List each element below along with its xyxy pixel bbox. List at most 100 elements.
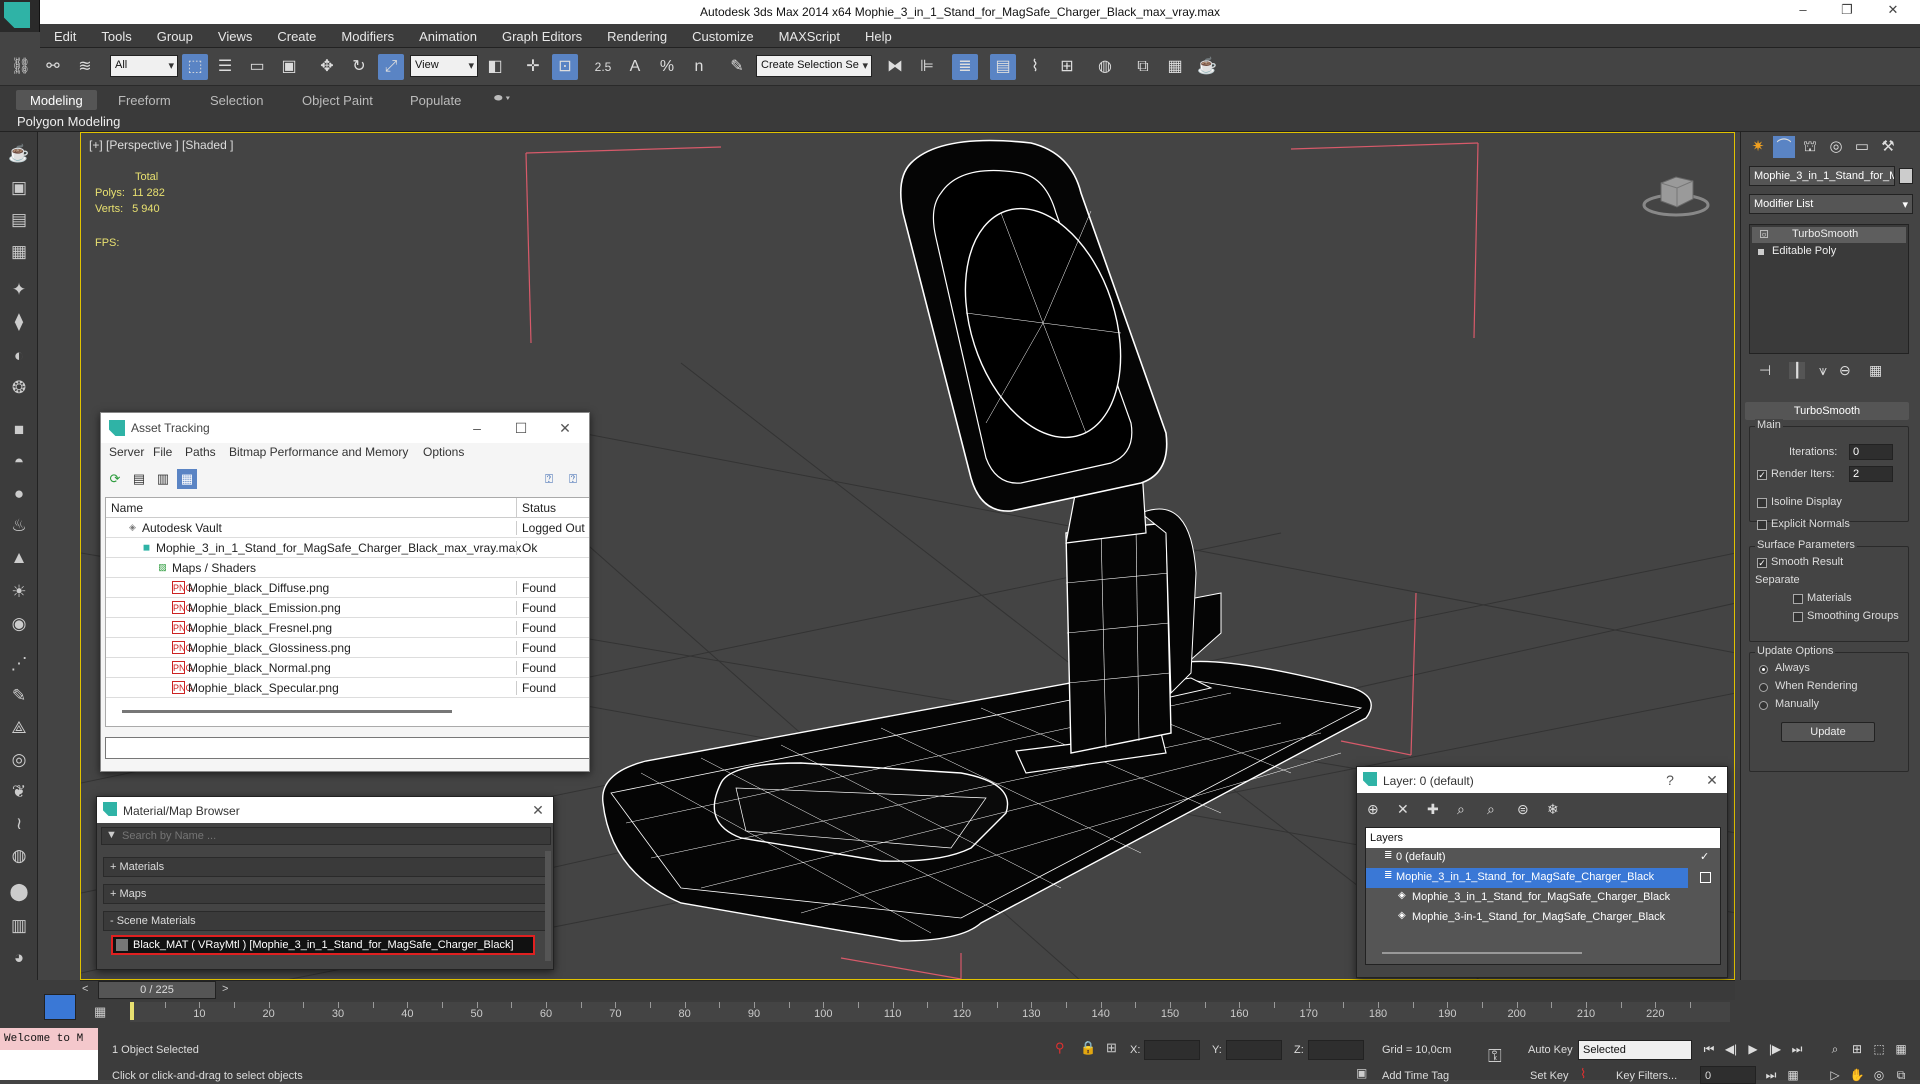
zoom-extents-all-icon[interactable]: ▦	[1892, 1040, 1910, 1058]
align-icon[interactable]: ⊫	[914, 54, 940, 80]
window-crossing-icon[interactable]: ▣	[276, 54, 302, 80]
table-row[interactable]: ▨ Maps / Shaders	[106, 558, 589, 578]
light-icon[interactable]: ✦	[7, 278, 31, 302]
menu-rendering[interactable]: Rendering	[593, 24, 678, 44]
scene-material-item[interactable]: Black_MAT ( VRayMtl ) [Mophie_3_in_1_Sta…	[111, 935, 535, 955]
tab-modeling[interactable]: Modeling	[16, 90, 97, 110]
layer-explorer-icon[interactable]: ≣	[952, 54, 978, 80]
object-name-field[interactable]: Mophie_3_in_1_Stand_for_M	[1749, 166, 1895, 186]
field-of-view-icon[interactable]: ▷	[1826, 1066, 1844, 1084]
object-color-swatch[interactable]	[1899, 168, 1913, 184]
key-mode-dropdown[interactable]: Selected	[1578, 1040, 1692, 1060]
list-view-icon[interactable]: ▤	[129, 469, 149, 489]
next-key-icon[interactable]: |▶	[1766, 1040, 1784, 1058]
material-icon[interactable]: ⬤	[7, 880, 31, 904]
menu-tools[interactable]: Tools	[87, 24, 142, 44]
snaps-toggle-icon[interactable]: 2.5	[590, 54, 616, 80]
key-mode-toggle-icon[interactable]: ⏭	[1762, 1066, 1780, 1084]
tab-freeform[interactable]: Freeform	[104, 90, 185, 110]
paint-icon[interactable]: ✎	[7, 684, 31, 708]
tab-object-paint[interactable]: Object Paint	[288, 90, 387, 110]
spinner-snap-icon[interactable]: n	[686, 54, 712, 80]
teapot-icon[interactable]: ☕	[7, 142, 31, 166]
named-selection-set-dropdown[interactable]: Create Selection Se	[756, 55, 872, 77]
layer-row-selected[interactable]: ≣ Mophie_3_in_1_Stand_for_MagSafe_Charger…	[1366, 868, 1688, 888]
maxscript-mini-listener[interactable]: Welcome to M	[0, 1028, 98, 1050]
play-icon[interactable]: ▶	[1744, 1040, 1762, 1058]
scene-materials-section[interactable]: - Scene Materials	[103, 911, 547, 931]
sphere-shaded-icon[interactable]: ◕	[7, 946, 31, 970]
show-end-result-icon[interactable]: ┃	[1789, 362, 1806, 379]
at-menu-server[interactable]: Server	[109, 445, 144, 459]
orbit-icon[interactable]: ◎	[1870, 1066, 1888, 1084]
go-to-end-icon[interactable]: ⏭	[1788, 1040, 1806, 1058]
table-row[interactable]: PNG Mophie_black_Emission.png Found	[106, 598, 589, 618]
set-current-layer-checkbox[interactable]	[1700, 872, 1711, 883]
restore-button[interactable]: ❐	[1834, 2, 1860, 22]
edit-named-selection-icon[interactable]: ✎	[724, 54, 750, 80]
tab-populate[interactable]: Populate	[396, 90, 475, 110]
time-marker[interactable]	[130, 1002, 134, 1020]
update-always-radio[interactable]	[1759, 665, 1768, 674]
zoom-extents-icon[interactable]: ⬚	[1870, 1040, 1888, 1058]
render-icon[interactable]: ▣	[7, 176, 31, 200]
layers-column-header[interactable]: Layers	[1366, 828, 1720, 848]
sphere-icon[interactable]: ●	[7, 482, 31, 506]
maxscript-output[interactable]	[0, 1050, 98, 1080]
hierarchy-tab-icon[interactable]: ⛫	[1799, 136, 1821, 158]
sun-icon[interactable]: ☀	[7, 580, 31, 604]
materials-section[interactable]: + Materials	[103, 857, 547, 877]
current-frame-field[interactable]: 0	[1700, 1066, 1756, 1084]
percent-snap-icon[interactable]: %	[654, 54, 680, 80]
create-tab-icon[interactable]: ✷	[1747, 136, 1769, 158]
curve-editor-icon[interactable]: ⌇	[1022, 54, 1048, 80]
layer-object-row[interactable]: ◈ Mophie_3_in_1_Stand_for_MagSafe_Charger…	[1366, 888, 1720, 908]
layer-close-button[interactable]: ✕	[1701, 769, 1723, 791]
layer-object-row[interactable]: ◈ Mophie_3-in-1_Stand_for_MagSafe_Charger…	[1366, 908, 1720, 928]
track-bar-icon[interactable]: ▦	[94, 1004, 106, 1020]
previous-key-icon[interactable]: ◀|	[1722, 1040, 1740, 1058]
turbosmooth-rollout-header[interactable]: TurboSmooth	[1745, 402, 1909, 420]
highlight-selected-layer-icon[interactable]: ⌕	[1487, 801, 1495, 818]
utilities-tab-icon[interactable]: ⚒	[1877, 136, 1899, 158]
menu-edit[interactable]: Edit	[40, 24, 87, 44]
make-unique-icon[interactable]: ⩛	[1819, 362, 1827, 379]
close-button[interactable]: ✕	[1880, 2, 1906, 22]
y-coordinate-field[interactable]	[1226, 1040, 1282, 1060]
menu-views[interactable]: Views	[204, 24, 263, 44]
add-time-tag[interactable]: Add Time Tag	[1382, 1070, 1449, 1082]
menu-help[interactable]: Help	[851, 24, 903, 44]
asset-path-field[interactable]	[105, 737, 589, 759]
world-icon[interactable]: ◎	[7, 748, 31, 772]
auto-key-button[interactable]: Auto Key	[1528, 1044, 1573, 1056]
app-menu-button[interactable]	[0, 0, 40, 32]
render-setup-icon[interactable]: ⧉	[1130, 54, 1156, 80]
maximize-viewport-icon[interactable]: ⧉	[1892, 1066, 1910, 1084]
delete-layer-icon[interactable]: ✕	[1397, 801, 1409, 818]
add-to-layer-icon[interactable]: ✚	[1427, 801, 1439, 818]
angle-snap-icon[interactable]: A	[622, 54, 648, 80]
grid-plane-icon[interactable]: ⋰	[7, 652, 31, 676]
keyboard-shortcut-override-icon[interactable]: ⊡	[552, 54, 578, 80]
iterations-spinner[interactable]: 0	[1849, 444, 1893, 460]
grid-icon[interactable]: ▦	[7, 240, 31, 264]
material-search-input[interactable]	[122, 828, 542, 844]
tab-selection[interactable]: Selection	[196, 90, 277, 110]
next-frame-icon[interactable]: >	[222, 983, 228, 995]
link-icon[interactable]: ⛓	[8, 54, 34, 80]
teapot-primitive-icon[interactable]: ♨	[7, 514, 31, 538]
refresh-icon[interactable]: ⟳	[105, 469, 125, 489]
key-icon[interactable]: ⚿	[1488, 1046, 1502, 1067]
help-context-icon[interactable]: ⍰	[563, 469, 583, 489]
asset-tracking-close-button[interactable]: ✕	[553, 417, 577, 439]
render-production-icon[interactable]: ☕	[1194, 54, 1220, 80]
layers-icon[interactable]: ▤	[7, 208, 31, 232]
at-menu-file[interactable]: File	[153, 445, 172, 459]
grid-view-icon[interactable]: ▦	[177, 469, 197, 489]
z-coordinate-field[interactable]	[1308, 1040, 1364, 1060]
asset-tracking-minimize-button[interactable]: –	[465, 417, 489, 439]
scale-icon[interactable]: ⤢	[378, 54, 404, 80]
motion-tab-icon[interactable]: ◎	[1825, 136, 1847, 158]
maps-section[interactable]: + Maps	[103, 884, 547, 904]
sphere-blue-icon[interactable]: ◍	[7, 844, 31, 868]
